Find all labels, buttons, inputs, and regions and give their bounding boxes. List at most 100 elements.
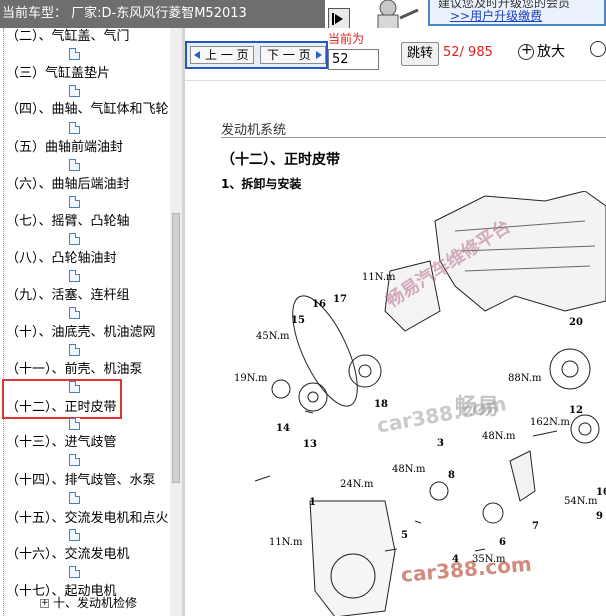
- promo-banner: 建议您及时升级您的会员 >>用户升级缴费: [428, 0, 606, 26]
- window-title: 当前车型： 厂家:D-东风风行菱智M52013: [0, 0, 325, 28]
- part-number: 8: [448, 470, 455, 481]
- part-number: 5: [401, 530, 408, 541]
- doc-node[interactable]: [69, 344, 81, 356]
- play-arrow-icon: [335, 14, 343, 24]
- next-page-button[interactable]: 下 一 页: [260, 46, 326, 64]
- document-icon: [69, 418, 80, 430]
- tree-item-12-selected[interactable]: （十二）、正时皮带: [6, 399, 117, 417]
- arrow-left-icon: [194, 51, 200, 59]
- torque-label: 88N.m: [508, 373, 542, 384]
- tree-item-6[interactable]: （六）、曲轴后端油封: [6, 176, 130, 194]
- doc-node[interactable]: [69, 381, 81, 393]
- prev-page-label: 上 一 页: [205, 48, 249, 62]
- doc-node[interactable]: [69, 454, 81, 466]
- sidebar-scrollbar[interactable]: [170, 28, 182, 616]
- part-number: 14: [276, 423, 290, 434]
- tree-item-14[interactable]: （十四）、排气歧管、水泵: [6, 472, 156, 490]
- document-icon: [69, 85, 80, 97]
- part-number: 18: [374, 399, 388, 410]
- part-number: 13: [303, 439, 317, 450]
- document-viewer[interactable]: 发动机系统 （十二）、正时皮带 1、拆卸与安装 畅易汽车维修平台 畅易 car3…: [185, 80, 606, 616]
- tree-item-13[interactable]: （十三）、进气歧管: [6, 434, 117, 452]
- doc-node[interactable]: [69, 529, 81, 541]
- document-icon: [69, 344, 80, 356]
- torque-label: 19N.m: [234, 373, 268, 384]
- next-page-label: 下 一 页: [267, 48, 311, 62]
- promo-text: 建议您及时升级您的会员: [438, 0, 571, 9]
- doc-node[interactable]: [69, 418, 81, 430]
- pin-button[interactable]: [328, 8, 350, 30]
- tree-item-5[interactable]: （五）曲轴前端油封: [6, 139, 123, 157]
- document-icon: [69, 492, 80, 504]
- part-number: 15: [291, 315, 305, 326]
- page-nav-group: 上 一 页 下 一 页: [185, 41, 328, 69]
- part-number: 1: [309, 497, 316, 508]
- page-count: 52/ 985: [443, 45, 493, 60]
- tree-item-3[interactable]: （三）气缸盖垫片: [6, 65, 110, 83]
- document-icon: [69, 48, 80, 60]
- doc-node[interactable]: [69, 270, 81, 282]
- document-icon: [69, 307, 80, 319]
- tree-item-2[interactable]: （二）、气缸盖、气门: [6, 28, 130, 46]
- part-number: 3: [437, 438, 444, 449]
- tree-subitem[interactable]: + 十、发动机检修: [40, 594, 137, 611]
- expand-icon[interactable]: +: [40, 599, 49, 608]
- doc-node[interactable]: [69, 85, 81, 97]
- page-number-input[interactable]: 52: [328, 49, 379, 70]
- document-icon: [69, 233, 80, 245]
- doc-node[interactable]: [69, 159, 81, 171]
- torque-label: 24N.m: [340, 479, 374, 490]
- app-window: 当前车型： 厂家:D-东风风行菱智M52013 建议您及时升级您的会员 >>用户…: [0, 0, 606, 616]
- torque-label: 11N.m: [362, 272, 396, 283]
- tree-item-7[interactable]: （七）、摇臂、凸轮轴: [6, 213, 130, 231]
- upgrade-link[interactable]: >>用户升级缴费: [430, 9, 604, 24]
- torque-label: 162N.m: [530, 417, 570, 428]
- part-number: 20: [569, 317, 583, 328]
- jump-button[interactable]: 跳转: [401, 42, 439, 66]
- document-icon: [69, 196, 80, 208]
- arrow-right-icon: [316, 51, 322, 59]
- part-number: 7: [532, 521, 539, 532]
- tree-item-4[interactable]: （四）、曲轴、气缸体和飞轮: [6, 101, 169, 119]
- torque-label: 11N.m: [269, 537, 303, 548]
- part-number: 16: [312, 299, 326, 310]
- document-icon: [69, 270, 80, 282]
- document-icon: [69, 529, 80, 541]
- document-icon: [69, 122, 80, 134]
- doc-node[interactable]: [69, 307, 81, 319]
- doc-node[interactable]: [69, 122, 81, 134]
- document-icon: [69, 566, 80, 578]
- part-number: 12: [569, 405, 583, 416]
- tree-item-16[interactable]: （十六）、交流发电机: [6, 546, 130, 564]
- pin-bar-icon: [332, 13, 334, 25]
- tree-item-10[interactable]: （十）、油底壳、机油滤网: [6, 324, 156, 342]
- tree-guide: [3, 28, 4, 616]
- tree-item-15[interactable]: （十五）、交流发电机和点火: [6, 510, 169, 528]
- doc-node[interactable]: [69, 196, 81, 208]
- doc-node[interactable]: [69, 492, 81, 504]
- tree-item-9[interactable]: （九）、活塞、连杆组: [6, 287, 130, 305]
- doc-node[interactable]: [69, 48, 81, 60]
- sidebar-tree[interactable]: （二）、气缸盖、气门 （三）气缸盖垫片 （四）、曲轴、气缸体和飞轮 （五）曲轴前…: [0, 28, 170, 616]
- tree-item-8[interactable]: （八）、凸轮轴油封: [6, 250, 117, 268]
- zoom-in-icon: [518, 42, 534, 60]
- prev-page-button[interactable]: 上 一 页: [190, 46, 254, 64]
- part-number: 10: [596, 487, 606, 498]
- doc-heading: （十二）、正时皮带: [221, 152, 340, 168]
- subitem-label: 十、发动机检修: [53, 596, 138, 610]
- zoom-in-label: 放大: [537, 44, 565, 60]
- zoom-in-button[interactable]: 放大: [518, 41, 565, 61]
- doc-node[interactable]: [69, 566, 81, 578]
- doc-divider: [221, 137, 606, 138]
- document-icon: [69, 159, 80, 171]
- doc-node[interactable]: [69, 233, 81, 245]
- part-number: 9: [596, 511, 603, 522]
- tree-item-11[interactable]: （十一）、前壳、机油泵: [6, 361, 143, 379]
- torque-label: 48N.m: [482, 431, 516, 442]
- torque-label: 54N.m: [564, 496, 598, 507]
- zoom-out-icon[interactable]: [590, 41, 606, 57]
- doc-section-title: 发动机系统: [221, 123, 287, 138]
- document-icon: [69, 454, 80, 466]
- scroll-thumb[interactable]: [172, 213, 180, 483]
- viewer-toolbar: 上 一 页 下 一 页 当前为 52 跳转 52/ 985 放大: [185, 28, 606, 80]
